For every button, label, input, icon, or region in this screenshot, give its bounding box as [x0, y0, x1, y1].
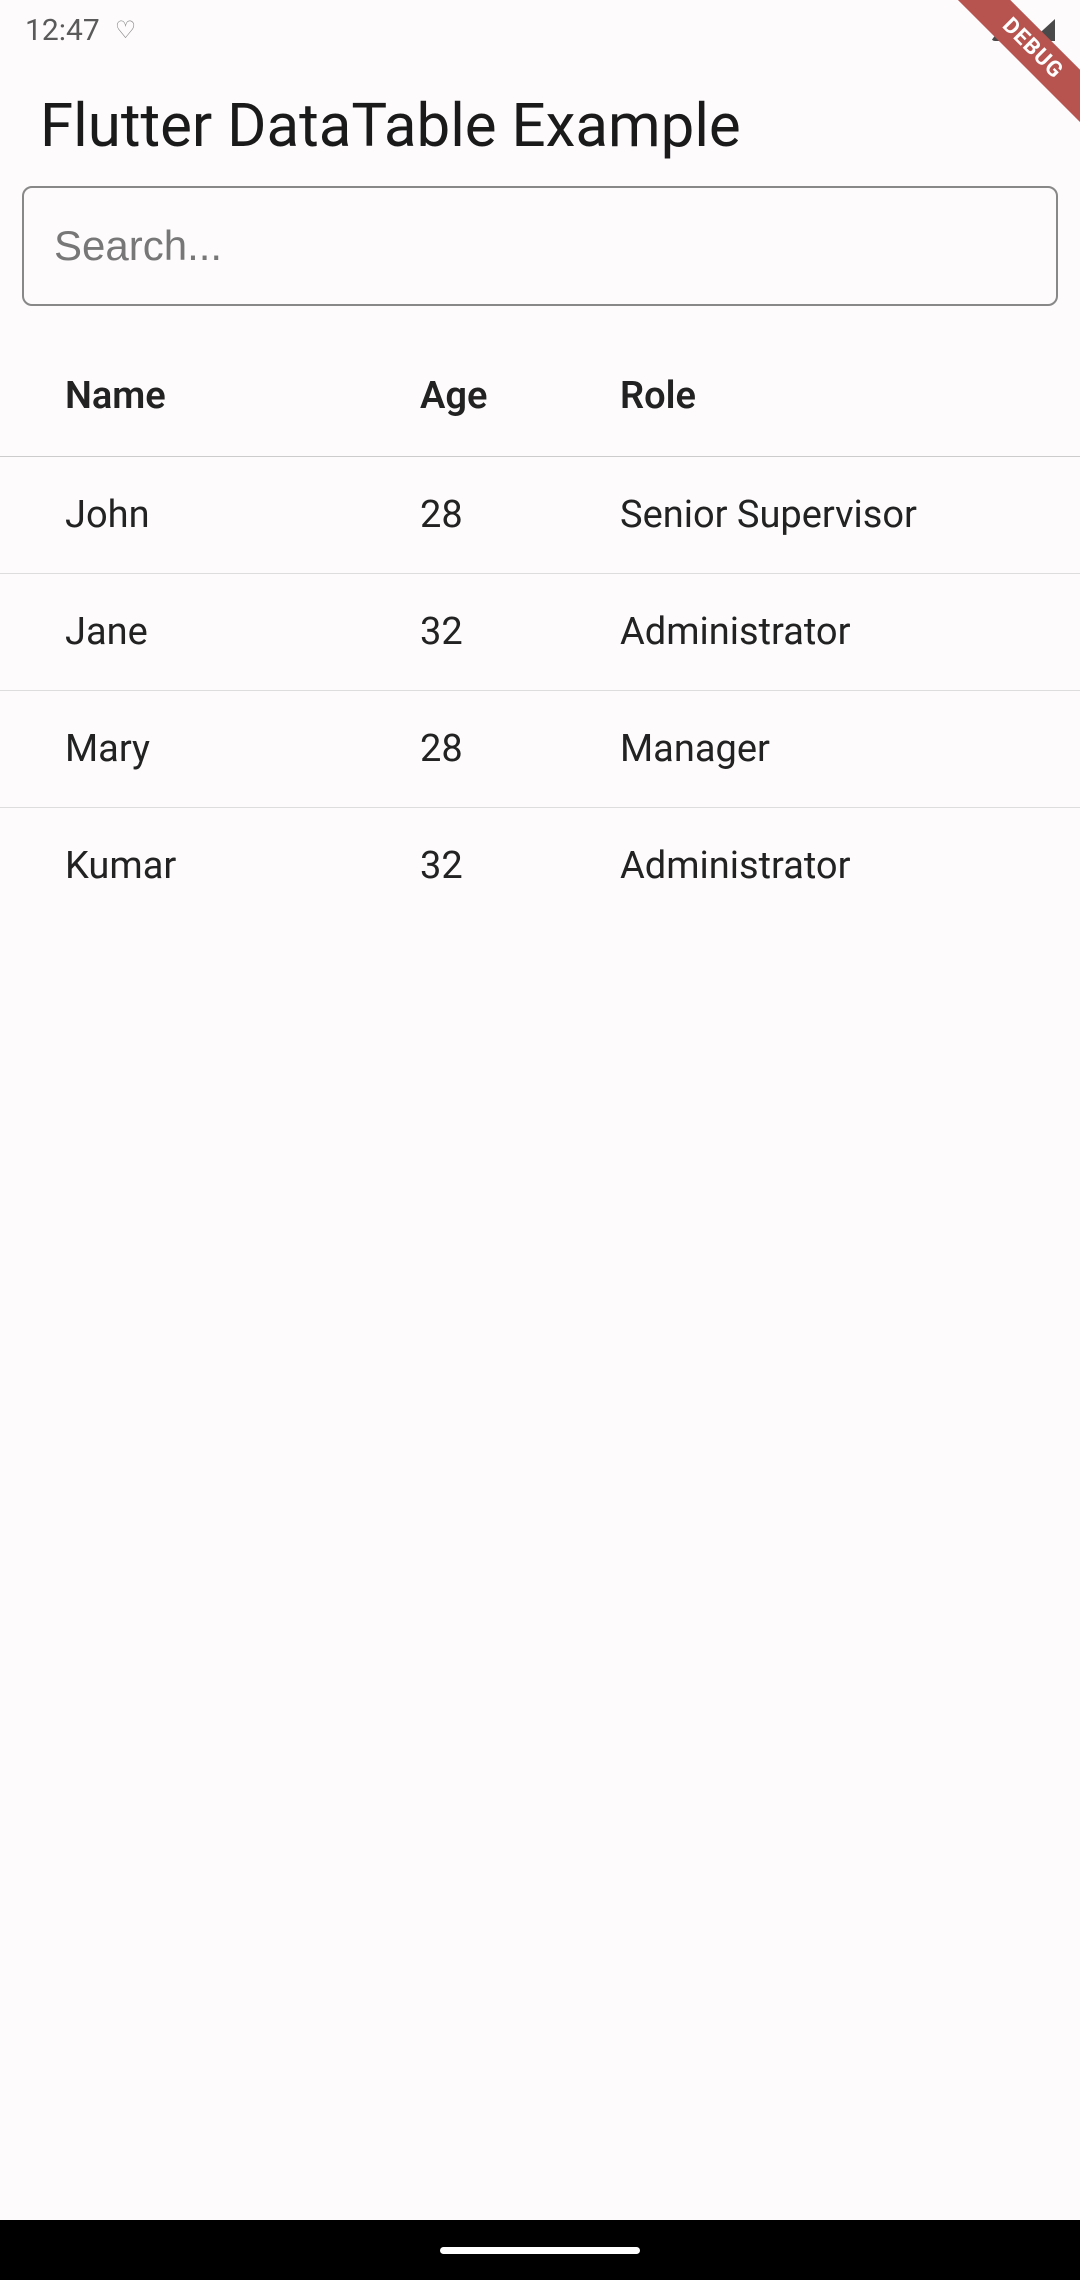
search-input[interactable] [22, 186, 1058, 306]
table-row[interactable]: John 28 Senior Supervisor [0, 457, 1080, 574]
data-table: Name Age Role John 28 Senior Supervisor … [0, 336, 1080, 924]
column-header-name[interactable]: Name [0, 374, 370, 418]
status-time: 12:47 [25, 13, 100, 48]
cell-age: 28 [370, 493, 590, 537]
table-row[interactable]: Mary 28 Manager [0, 691, 1080, 808]
table-row[interactable]: Jane 32 Administrator [0, 574, 1080, 691]
page-title: Flutter DataTable Example [0, 60, 1080, 186]
cell-role: Senior Supervisor [590, 493, 1080, 537]
cell-role: Administrator [590, 610, 1080, 654]
cell-name: John [0, 493, 370, 537]
cell-role: Manager [590, 727, 1080, 771]
cell-age: 32 [370, 844, 590, 888]
search-container [0, 186, 1080, 336]
cell-age: 28 [370, 727, 590, 771]
column-header-role[interactable]: Role [590, 374, 1080, 418]
cell-role: Administrator [590, 844, 1080, 888]
column-header-age[interactable]: Age [370, 374, 590, 418]
cell-name: Mary [0, 727, 370, 771]
table-row[interactable]: Kumar 32 Administrator [0, 808, 1080, 924]
bottom-nav-bar [0, 2220, 1080, 2280]
cell-name: Kumar [0, 844, 370, 888]
cell-age: 32 [370, 610, 590, 654]
table-header: Name Age Role [0, 336, 1080, 457]
heart-icon: ♡ [115, 16, 137, 44]
nav-pill[interactable] [440, 2247, 640, 2254]
cell-name: Jane [0, 610, 370, 654]
status-bar: 12:47 ♡ [0, 0, 1080, 60]
status-bar-left: 12:47 ♡ [25, 13, 136, 48]
